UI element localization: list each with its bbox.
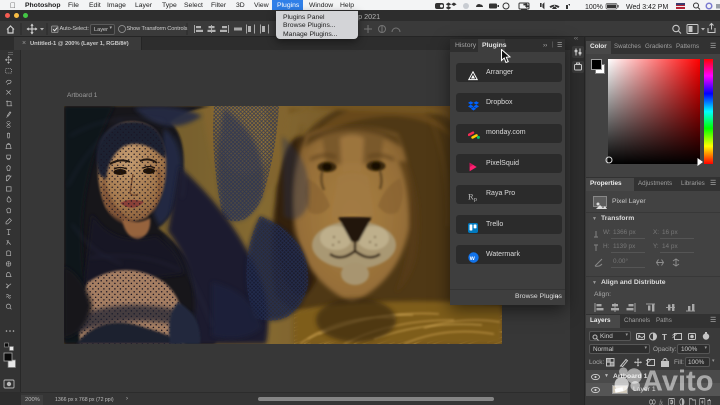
svg-text:Avito: Avito <box>642 366 713 398</box>
svg-text:w: w <box>469 255 476 262</box>
svg-text:T: T <box>662 333 667 341</box>
svg-text:p: p <box>474 196 477 202</box>
